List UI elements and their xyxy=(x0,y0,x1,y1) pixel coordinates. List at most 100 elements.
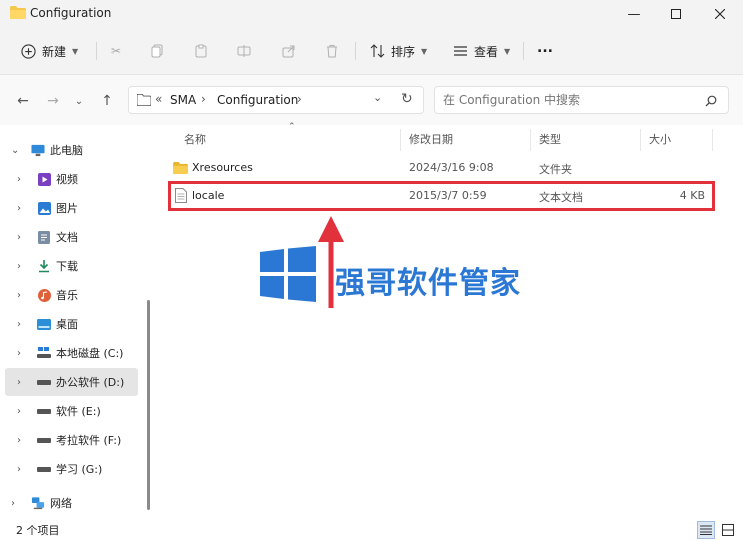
chevron-right-icon: › xyxy=(17,318,21,330)
view-label: 查看 xyxy=(474,44,499,59)
folder-icon xyxy=(173,162,188,174)
breadcrumb-separator-icon: › xyxy=(297,92,302,106)
sidebar-item-label: 图片 xyxy=(56,202,78,215)
column-divider[interactable] xyxy=(400,129,401,151)
sidebar-item-this-pc[interactable]: ⌄ 此电脑 xyxy=(0,136,146,164)
sidebar-item-drive-d[interactable]: › 办公软件 (D:) xyxy=(5,368,138,396)
sidebar-item-drive-c[interactable]: › 本地磁盘 (C:) xyxy=(0,339,146,367)
sidebar-item-drive-g[interactable]: › 学习 (G:) xyxy=(0,455,146,483)
column-divider[interactable] xyxy=(640,129,641,151)
sidebar-item-network[interactable]: › 网络 xyxy=(0,489,146,517)
plus-circle-icon xyxy=(20,43,36,59)
view-button[interactable]: 查看 ▼ xyxy=(452,36,510,66)
minimize-button[interactable]: — xyxy=(611,0,657,28)
column-divider[interactable] xyxy=(530,129,531,151)
sidebar-item-drive-e[interactable]: › 软件 (E:) xyxy=(0,397,146,425)
command-bar: 新建 ▼ ✂ 排序 ▼ 查看 ▼ ... xyxy=(0,28,743,75)
address-field[interactable]: « SMA › Configuration › ⌄ ↻ xyxy=(128,86,424,114)
search-icon xyxy=(705,95,717,107)
close-button[interactable] xyxy=(697,0,743,28)
sidebar-item-label: 桌面 xyxy=(56,318,78,331)
sidebar-item-label: 办公软件 (D:) xyxy=(56,376,125,389)
breadcrumb-sma[interactable]: SMA xyxy=(170,93,196,107)
sidebar-item-music[interactable]: › 音乐 xyxy=(0,281,146,309)
more-options-button[interactable]: ... xyxy=(537,33,553,63)
chevron-right-icon: › xyxy=(17,376,21,388)
arrow-left-icon: ← xyxy=(17,93,29,109)
sidebar-item-label: 考拉软件 (F:) xyxy=(56,434,122,447)
navigation-pane: ⌄ 此电脑 › 视频 › 图片 › 文档 › 下载 › 音乐 › 桌面 › 本地… xyxy=(0,125,148,521)
toolbar-divider xyxy=(96,42,97,60)
maximize-icon xyxy=(671,9,681,19)
breadcrumb-configuration[interactable]: Configuration xyxy=(217,93,298,107)
windows-drive-icon xyxy=(37,346,51,360)
chevron-down-icon: ▼ xyxy=(504,46,511,56)
sidebar-item-documents[interactable]: › 文档 xyxy=(0,223,146,251)
column-header-type[interactable]: 类型 xyxy=(539,131,561,147)
recent-locations-button[interactable]: ⌄ xyxy=(68,91,90,111)
cut-button[interactable]: ✂ xyxy=(108,36,124,66)
delete-button[interactable] xyxy=(324,36,340,66)
chevron-right-icon: › xyxy=(17,202,21,214)
details-view-button[interactable] xyxy=(697,521,715,539)
share-button[interactable] xyxy=(281,36,297,66)
chevron-down-icon: ⌄ xyxy=(11,144,20,156)
table-row[interactable]: Xresources 2024/3/16 9:08 文件夹 xyxy=(170,155,715,181)
item-count: 2 个项目 xyxy=(16,524,60,537)
sidebar-item-pictures[interactable]: › 图片 xyxy=(0,194,146,222)
sidebar-item-label: 网络 xyxy=(50,497,72,510)
details-view-icon xyxy=(700,525,712,535)
chevron-down-icon: ⌄ xyxy=(74,95,84,107)
refresh-icon[interactable]: ↻ xyxy=(401,91,413,107)
sidebar-item-label: 视频 xyxy=(56,173,78,186)
forward-button[interactable]: → xyxy=(42,91,64,111)
sort-icon xyxy=(369,43,385,59)
column-header-name[interactable]: 名称 xyxy=(184,131,206,147)
search-input[interactable] xyxy=(434,86,729,114)
address-dropdown-icon[interactable]: ⌄ xyxy=(373,91,382,104)
address-bar-row: ← → ⌄ ↑ « SMA › Configuration › ⌄ ↻ xyxy=(0,75,743,125)
video-folder-icon xyxy=(37,172,51,186)
column-header-size[interactable]: 大小 xyxy=(649,131,671,147)
status-bar: 2 个项目 xyxy=(0,521,743,541)
sidebar-item-desktop[interactable]: › 桌面 xyxy=(0,310,146,338)
paste-button[interactable] xyxy=(193,36,209,66)
chevron-right-icon: › xyxy=(17,463,21,475)
chevron-down-icon: ▼ xyxy=(72,46,79,56)
sidebar-item-downloads[interactable]: › 下载 xyxy=(0,252,146,280)
rename-icon xyxy=(236,43,252,59)
sidebar-item-label: 文档 xyxy=(56,231,78,244)
sidebar-item-drive-f[interactable]: › 考拉软件 (F:) xyxy=(0,426,146,454)
scissors-icon: ✂ xyxy=(110,44,122,58)
copy-button[interactable] xyxy=(150,36,166,66)
documents-folder-icon xyxy=(37,230,51,244)
sidebar-item-label: 下载 xyxy=(56,260,78,273)
downloads-folder-icon xyxy=(37,259,51,273)
drive-icon xyxy=(37,462,51,476)
navigation-scrollbar[interactable] xyxy=(147,300,150,510)
file-modified: 2024/3/16 9:08 xyxy=(409,161,494,174)
sort-button[interactable]: 排序 ▼ xyxy=(369,36,427,66)
column-header-modified[interactable]: 修改日期 xyxy=(409,131,453,147)
toolbar-divider xyxy=(523,42,524,60)
more-icon: ... xyxy=(537,40,553,56)
title-bar: Configuration — xyxy=(0,0,743,28)
computer-icon xyxy=(31,143,45,157)
up-button[interactable]: ↑ xyxy=(96,91,118,111)
new-button[interactable]: 新建 ▼ xyxy=(20,36,78,66)
column-divider[interactable] xyxy=(712,129,713,151)
windows-logo-icon xyxy=(260,246,316,302)
minimize-icon: — xyxy=(627,6,641,22)
close-icon xyxy=(715,9,725,19)
window-title: Configuration xyxy=(30,6,112,20)
rename-button[interactable] xyxy=(236,36,252,66)
overflow-chevron[interactable]: « xyxy=(155,92,162,106)
folder-icon xyxy=(137,94,151,106)
sidebar-item-videos[interactable]: › 视频 xyxy=(0,165,146,193)
arrow-right-icon: → xyxy=(47,93,59,109)
desktop-folder-icon xyxy=(37,317,51,331)
back-button[interactable]: ← xyxy=(12,91,34,111)
network-icon xyxy=(31,496,45,510)
maximize-button[interactable] xyxy=(653,0,699,28)
tiles-view-button[interactable] xyxy=(719,521,737,539)
